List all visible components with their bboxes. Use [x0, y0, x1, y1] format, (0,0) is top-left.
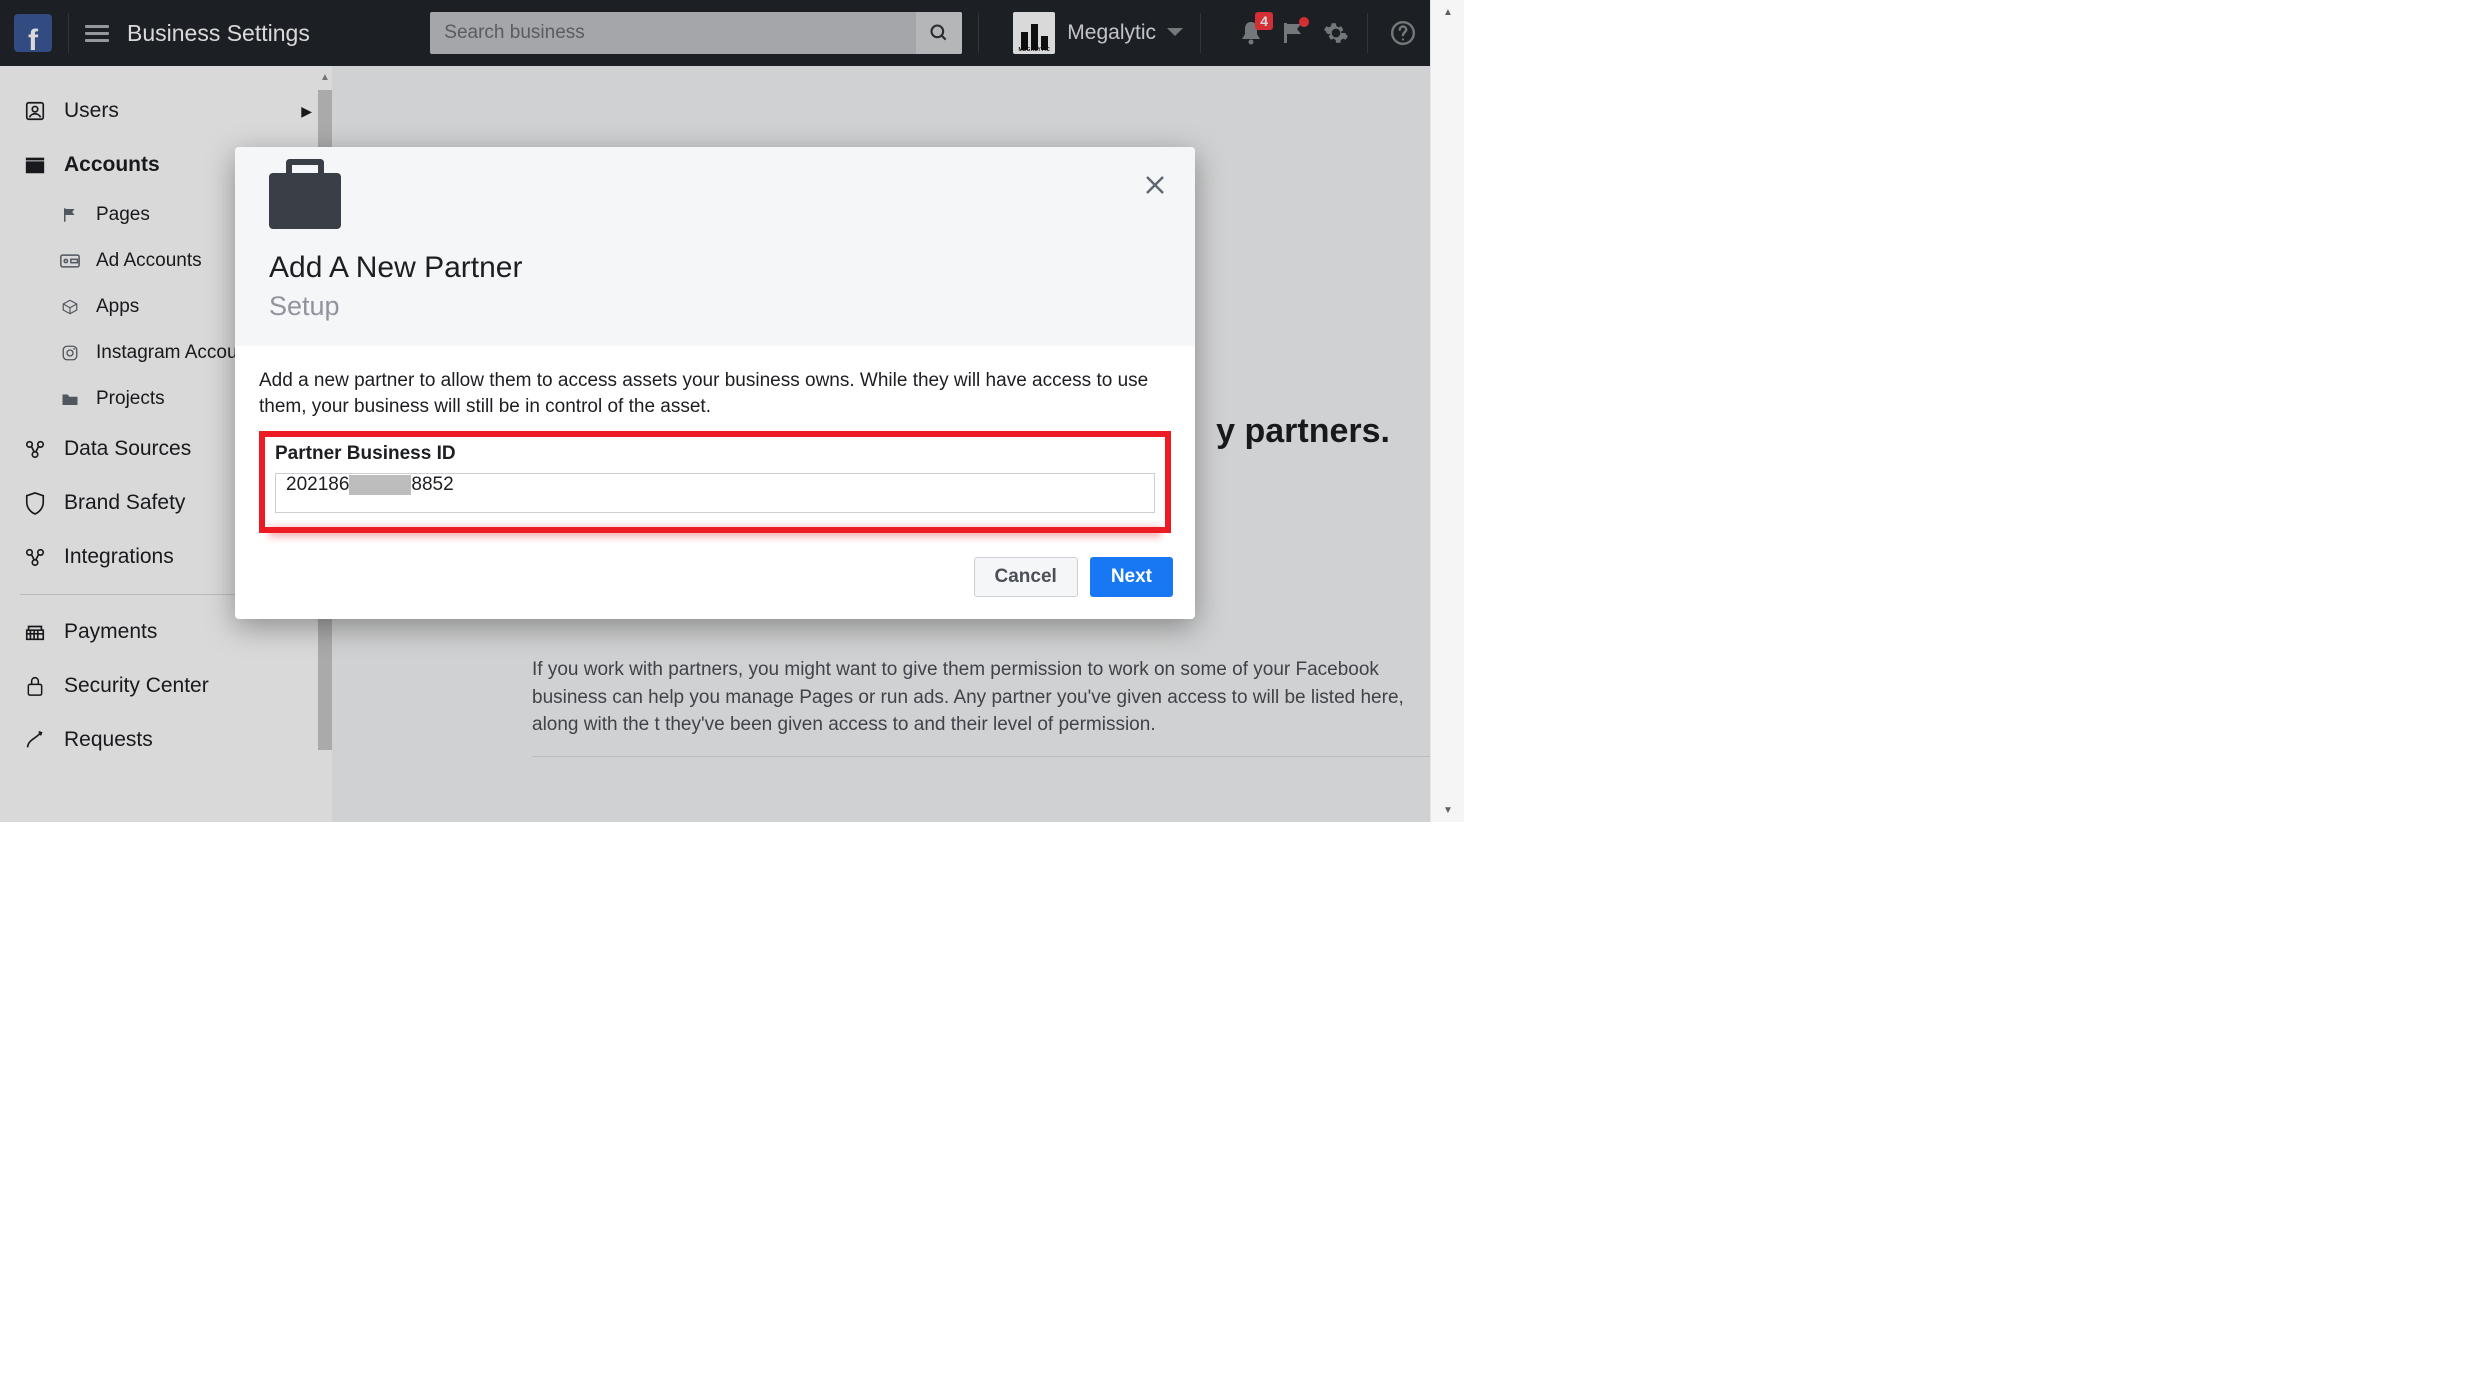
add-partner-modal: Add A New Partner Setup Add a new partne… [235, 147, 1195, 619]
input-value-prefix: 202186 [286, 474, 349, 495]
modal-title: Add A New Partner [269, 251, 1161, 285]
scroll-up-icon[interactable]: ▲ [1431, 0, 1465, 24]
next-button[interactable]: Next [1090, 557, 1173, 597]
briefcase-icon [269, 173, 341, 229]
cancel-button[interactable]: Cancel [974, 557, 1078, 597]
viewport: f Business Settings MEGALYTIC Megalytic [0, 0, 1431, 822]
page-scrollbar[interactable]: ▲ ▼ [1430, 0, 1464, 822]
button-label: Cancel [995, 566, 1057, 588]
input-value-suffix: 8852 [411, 474, 453, 495]
button-label: Next [1111, 566, 1152, 588]
field-label: Partner Business ID [275, 443, 1155, 465]
scroll-down-icon[interactable]: ▼ [1431, 798, 1465, 822]
modal-subtitle: Setup [269, 291, 1161, 322]
modal-body: Add a new partner to allow them to acces… [235, 346, 1195, 537]
close-icon [1143, 173, 1167, 197]
modal-header: Add A New Partner Setup [235, 147, 1195, 346]
close-button[interactable] [1143, 173, 1167, 197]
modal-footer: Cancel Next [235, 537, 1195, 619]
highlighted-field-region: Partner Business ID 202186 8852 [259, 431, 1171, 533]
redacted-region [349, 475, 411, 495]
partner-business-id-input[interactable]: 202186 8852 [275, 473, 1155, 513]
modal-description: Add a new partner to allow them to acces… [259, 368, 1171, 419]
